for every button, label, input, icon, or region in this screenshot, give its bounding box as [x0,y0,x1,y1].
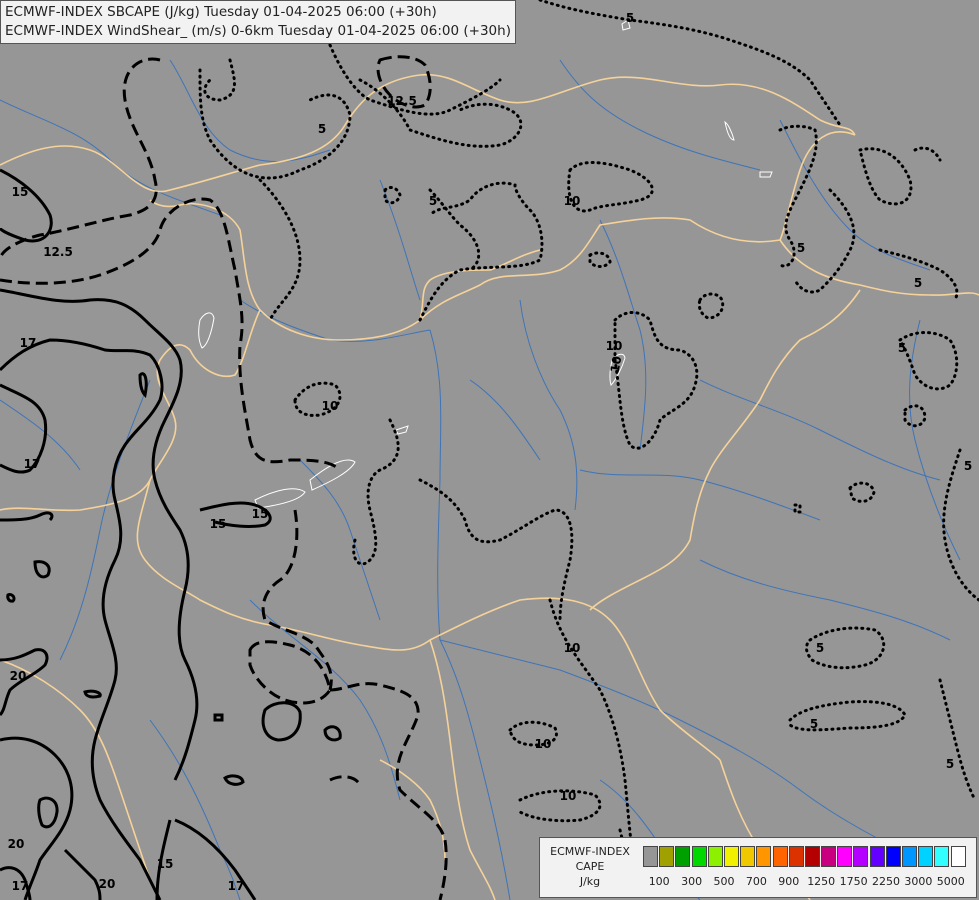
contour-label: 15 [157,857,174,871]
contour-label: 5 [626,11,634,25]
legend-tick: 2250 [872,875,900,888]
legend-tick: 300 [681,875,703,888]
contour-label: 17 [12,879,29,893]
legend-swatch [950,846,966,867]
title-line-cape: ECMWF-INDEX SBCAPE (J/kg) Tuesday 01-04-… [5,4,437,20]
contour-label: 12.5 [43,245,73,259]
legend-swatch [740,846,756,867]
legend-tick: 1750 [839,875,868,888]
contour-label: 5 [914,276,922,290]
legend-swatch [902,846,917,867]
legend-swatch [756,846,772,867]
legend-swatch [707,846,723,867]
legend-swatch [772,846,788,867]
contour-label: 5 [964,459,972,473]
contour-label: 5 [318,122,326,136]
legend-tick: 5000 [936,875,965,888]
legend-swatch [723,846,739,867]
legend-tick: 700 [745,875,767,888]
contour-label: 10 [606,339,623,353]
contour-label: 10 [564,194,581,208]
legend-swatch [918,846,934,867]
contour-label: 20 [10,669,27,683]
legend-tick: 3000 [904,875,933,888]
contour-label: 15 [12,185,29,199]
legend-swatch [837,846,853,867]
contour-label: 15 [210,517,227,531]
legend-swatch [675,846,691,867]
legend-swatch [869,846,885,867]
contour-label: 5 [810,717,818,731]
contour-label: 5 [797,241,805,255]
legend-tick: 500 [713,875,735,888]
legend-unit: J/kg [579,875,601,888]
legend-tick: 900 [778,875,800,888]
legend-caption: ECMWF-INDEX CAPE J/kg [542,844,638,889]
legend-swatch [659,846,675,867]
contour-label: 20 [99,877,116,891]
contour-label: 10 [535,737,552,751]
title-line-windshear: ECMWF-INDEX WindShear_ (m/s) 0-6km Tuesd… [5,23,511,39]
legend-swatch [821,846,837,867]
map-background [0,0,979,900]
legend-swatch [853,846,869,867]
contour-label: 10 [322,399,339,413]
legend-variable: CAPE [575,860,605,873]
map-title-box: ECMWF-INDEX SBCAPE (J/kg) Tuesday 01-04-… [0,0,516,44]
contour-label: 5 [816,641,824,655]
cape-legend: ECMWF-INDEX CAPE J/kg 100 300 500 700 900 125… [539,837,977,898]
contour-label: 5 [946,757,954,771]
legend-swatch [885,846,901,867]
legend-swatch [643,846,658,867]
contour-label: 5 [429,194,437,208]
contour-label: 10 [560,789,577,803]
legend-swatch [691,846,707,867]
map-canvas: 5 5 5 5 5 5 5 5 5 5 10 10 10 10 10 10 10… [0,0,979,900]
legend-color-scale [643,846,967,867]
legend-source: ECMWF-INDEX [550,845,630,858]
contour-label: 15 [252,507,269,521]
contour-label: 5 [898,341,906,355]
legend-swatch [804,846,820,867]
contour-label: 20 [8,837,25,851]
contour-label: 12.5 [387,94,417,108]
contour-label: 17 [20,336,37,350]
legend-swatch [934,846,950,867]
contour-label: 10 [608,355,625,374]
legend-tick: 100 [648,875,670,888]
legend-swatch [788,846,804,867]
contour-label: 17 [24,457,41,471]
legend-tick-labels: 100 300 500 700 900 1250 1750 2250 3000 5000 [643,875,973,889]
contour-label: 10 [564,641,581,655]
legend-tick: 1250 [807,875,836,888]
contour-label: 17 [228,879,245,893]
